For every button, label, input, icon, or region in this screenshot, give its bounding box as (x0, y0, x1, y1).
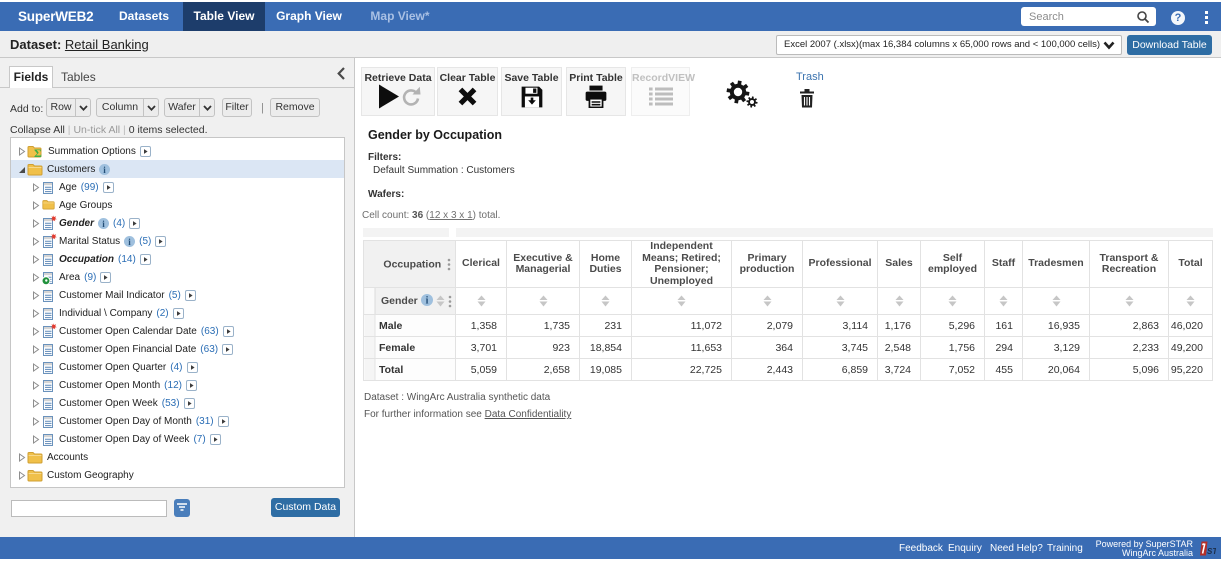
svg-text:i: i (425, 296, 428, 307)
svg-text:Σ: Σ (34, 146, 42, 158)
svg-text:ST: ST (1207, 547, 1216, 556)
